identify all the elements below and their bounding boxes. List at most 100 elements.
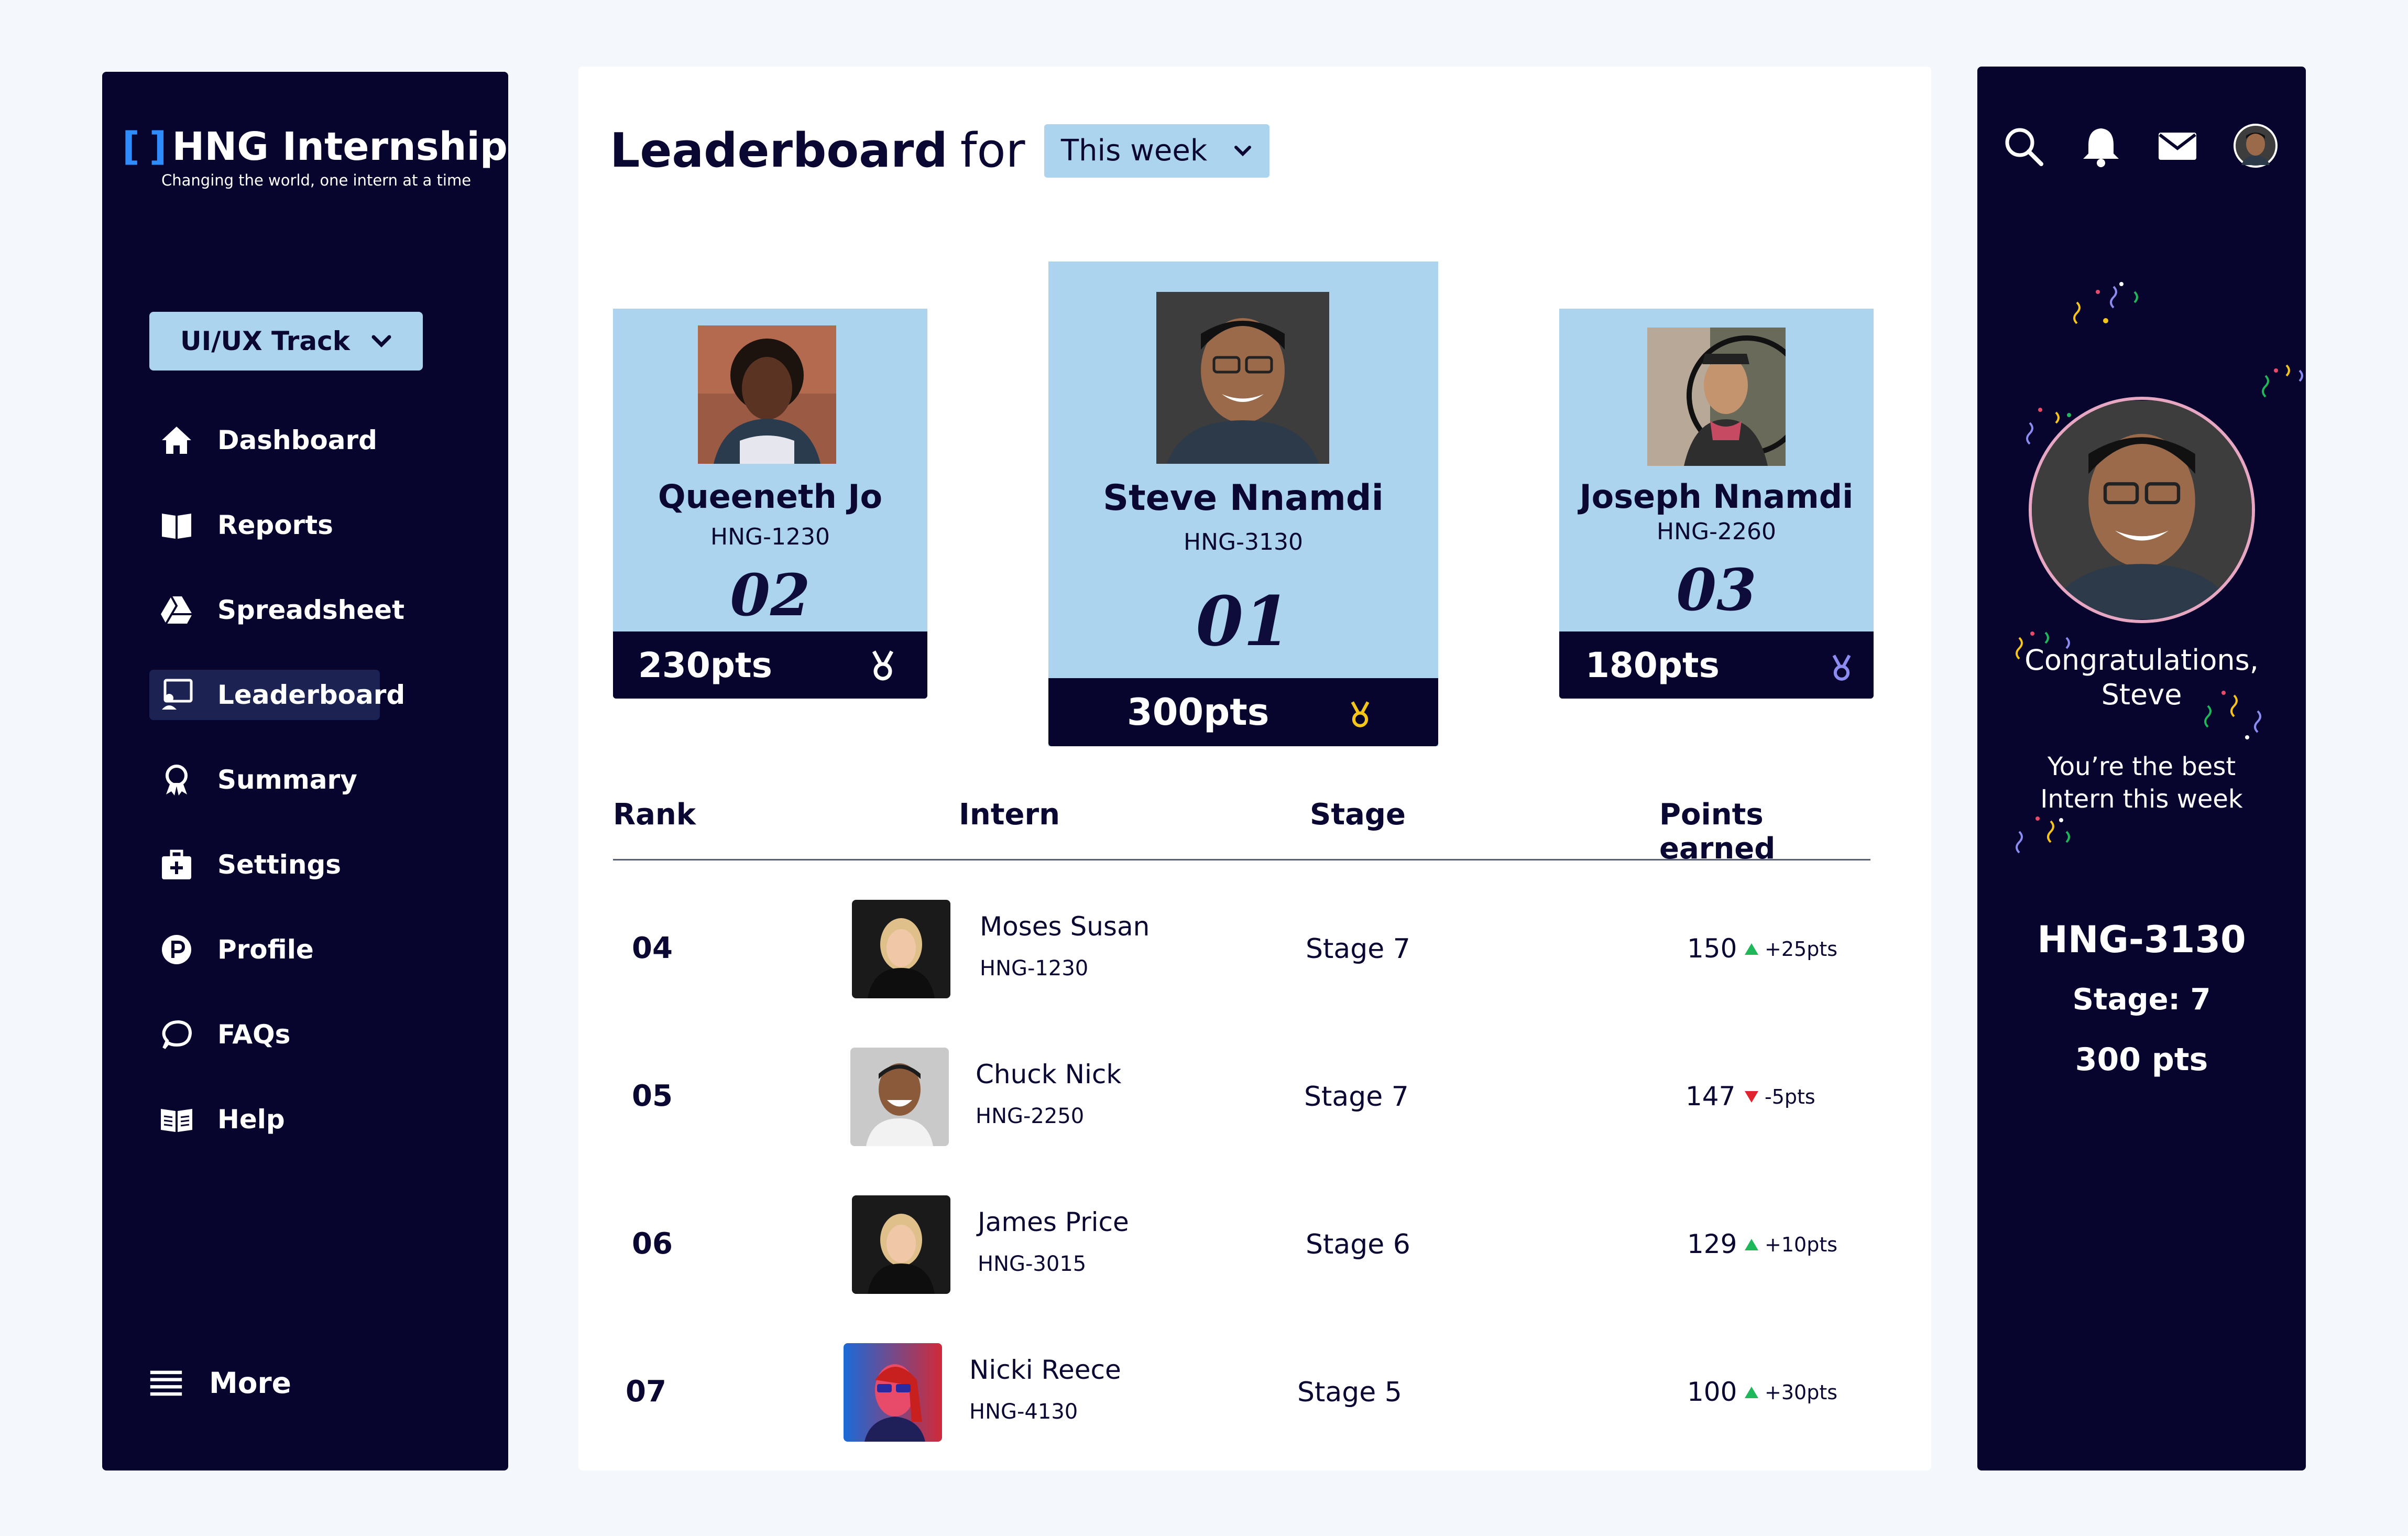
podium-name: Joseph Nnamdi (1579, 477, 1854, 516)
sidebar-item-help[interactable]: Help (149, 1094, 474, 1145)
sidebar-item-summary[interactable]: Summary (149, 755, 474, 805)
sidebar-item-label: Reports (217, 510, 333, 540)
avatar (844, 1343, 942, 1442)
table-row[interactable]: 05 Chuck Nick HNG-2250 Stage 7 147 -5pts (613, 1048, 1870, 1152)
trend-down-icon (1745, 1091, 1758, 1103)
column-stage: Stage (1310, 798, 1406, 832)
row-name: Nicki Reece (969, 1355, 1121, 1385)
winner-message: You’re the best Intern this week (1977, 750, 2306, 815)
podium-first[interactable]: Steve Nnamdi HNG-3130 01 300pts (1048, 262, 1438, 746)
row-delta: -5pts (1745, 1085, 1815, 1108)
avatar (1647, 328, 1786, 466)
row-delta-value: +10pts (1765, 1233, 1838, 1256)
sidebar-item-profile[interactable]: Profile (149, 924, 474, 975)
avatar (852, 1195, 950, 1294)
row-stage: Stage 7 (1304, 1081, 1409, 1113)
row-stage: Stage 6 (1306, 1229, 1410, 1260)
table-row[interactable]: 07 Nicki Reece HNG-4130 Stage 5 100 +30p… (613, 1343, 1870, 1448)
trend-up-icon (1745, 943, 1758, 955)
book-icon (160, 508, 193, 542)
row-rank: 07 (626, 1375, 666, 1409)
podium-points: 180pts (1559, 631, 1874, 699)
podium-third[interactable]: Joseph Nnamdi HNG-2260 03 180pts (1559, 309, 1874, 699)
winner-id: HNG-3130 (2037, 918, 2246, 961)
winner-points: 300 pts (2075, 1041, 2208, 1078)
table-row[interactable]: 06 James Price HNG-3015 Stage 6 129 +10p… (613, 1195, 1870, 1300)
row-points: 100 (1687, 1377, 1737, 1407)
avatar (852, 900, 950, 998)
row-rank: 06 (632, 1227, 673, 1261)
row-id: HNG-4130 (969, 1400, 1078, 1424)
row-rank: 04 (632, 931, 673, 965)
period-select-label: This week (1060, 134, 1208, 168)
avatar (850, 1048, 949, 1146)
period-select[interactable]: This week (1044, 124, 1269, 178)
congrats-line2: Steve (2101, 678, 2182, 711)
sidebar-item-spreadsheet[interactable]: Spreadsheet (149, 585, 474, 635)
column-points: Points earned (1659, 798, 1776, 866)
row-stage: Stage 5 (1297, 1377, 1402, 1408)
row-id: HNG-3015 (978, 1252, 1087, 1276)
row-id: HNG-1230 (980, 956, 1089, 981)
sidebar-item-label: Dashboard (217, 425, 377, 455)
podium-name: Steve Nnamdi (1103, 477, 1384, 519)
bell-icon[interactable] (2081, 125, 2121, 169)
podium-rank: 01 (1196, 581, 1291, 661)
podium-second[interactable]: Queeneth Jo HNG-1230 02 230pts (613, 309, 927, 699)
chevron-down-icon (371, 335, 391, 347)
row-delta-value: +30pts (1765, 1381, 1838, 1404)
brand-logo-icon: [ ] (122, 124, 167, 169)
sidebar-item-label: Profile (217, 934, 314, 965)
sidebar-nav: Dashboard Reports Spreadsheet Leaderboar… (149, 415, 474, 1179)
drive-icon (160, 593, 193, 627)
podium-name: Queeneth Jo (658, 477, 883, 516)
row-points: 129 (1687, 1229, 1737, 1259)
brand-title: [ ] HNG Internship (122, 124, 508, 169)
best-line1: You’re the best (2047, 752, 2236, 781)
sidebar-item-leaderboard[interactable]: Leaderboard (149, 670, 405, 720)
sidebar-item-settings[interactable]: Settings (149, 840, 474, 890)
sidebar-item-label: Help (217, 1104, 285, 1135)
row-delta: +10pts (1745, 1233, 1837, 1256)
briefcase-icon (160, 848, 193, 881)
row-delta-value: -5pts (1765, 1085, 1815, 1108)
mail-icon[interactable] (2158, 130, 2197, 164)
sidebar-item-reports[interactable]: Reports (149, 500, 474, 550)
chevron-down-icon (1234, 145, 1252, 156)
podium-rank: 03 (1676, 556, 1757, 624)
sidebar-item-dashboard[interactable]: Dashboard (149, 415, 474, 465)
top-icons (2002, 123, 2296, 172)
podium-id: HNG-3130 (1184, 529, 1303, 555)
row-delta: +25pts (1745, 938, 1837, 961)
winner-stage: Stage: 7 (2072, 983, 2211, 1017)
confetti-decoration (2073, 282, 2138, 324)
page-title-for: for (960, 123, 1025, 178)
best-line2: Intern this week (2040, 785, 2243, 814)
menu-icon (149, 1366, 183, 1400)
podium-points-value: 230pts (638, 645, 772, 685)
sidebar-item-faqs[interactable]: FAQs (149, 1009, 474, 1060)
page-title: Leaderboard for This week (610, 123, 1269, 178)
help-book-icon (160, 1103, 193, 1136)
podium-points: 230pts (613, 631, 927, 699)
row-name: Moses Susan (980, 911, 1150, 942)
sidebar-item-label: FAQs (217, 1019, 291, 1050)
award-icon (160, 763, 193, 797)
table-row[interactable]: 04 Moses Susan HNG-1230 Stage 7 150 +25p… (613, 900, 1870, 1005)
sidebar-item-label: Settings (217, 849, 342, 880)
medal-icon (1351, 701, 1370, 727)
search-icon[interactable] (2002, 125, 2044, 169)
medal-icon (1832, 655, 1851, 681)
brand-title-text: HNG Internship (172, 124, 508, 169)
user-avatar[interactable] (2233, 123, 2278, 170)
more-button[interactable]: More (149, 1366, 291, 1400)
column-rank: Rank (613, 798, 696, 832)
podium-points-value: 180pts (1585, 645, 1720, 685)
row-id: HNG-2250 (976, 1104, 1085, 1128)
more-label: More (209, 1366, 291, 1400)
column-intern: Intern (959, 798, 1060, 832)
track-select[interactable]: UI/UX Track (149, 312, 423, 371)
podium-rank: 02 (730, 561, 811, 629)
avatar (1156, 292, 1329, 464)
sidebar-item-label: Spreadsheet (217, 595, 404, 625)
